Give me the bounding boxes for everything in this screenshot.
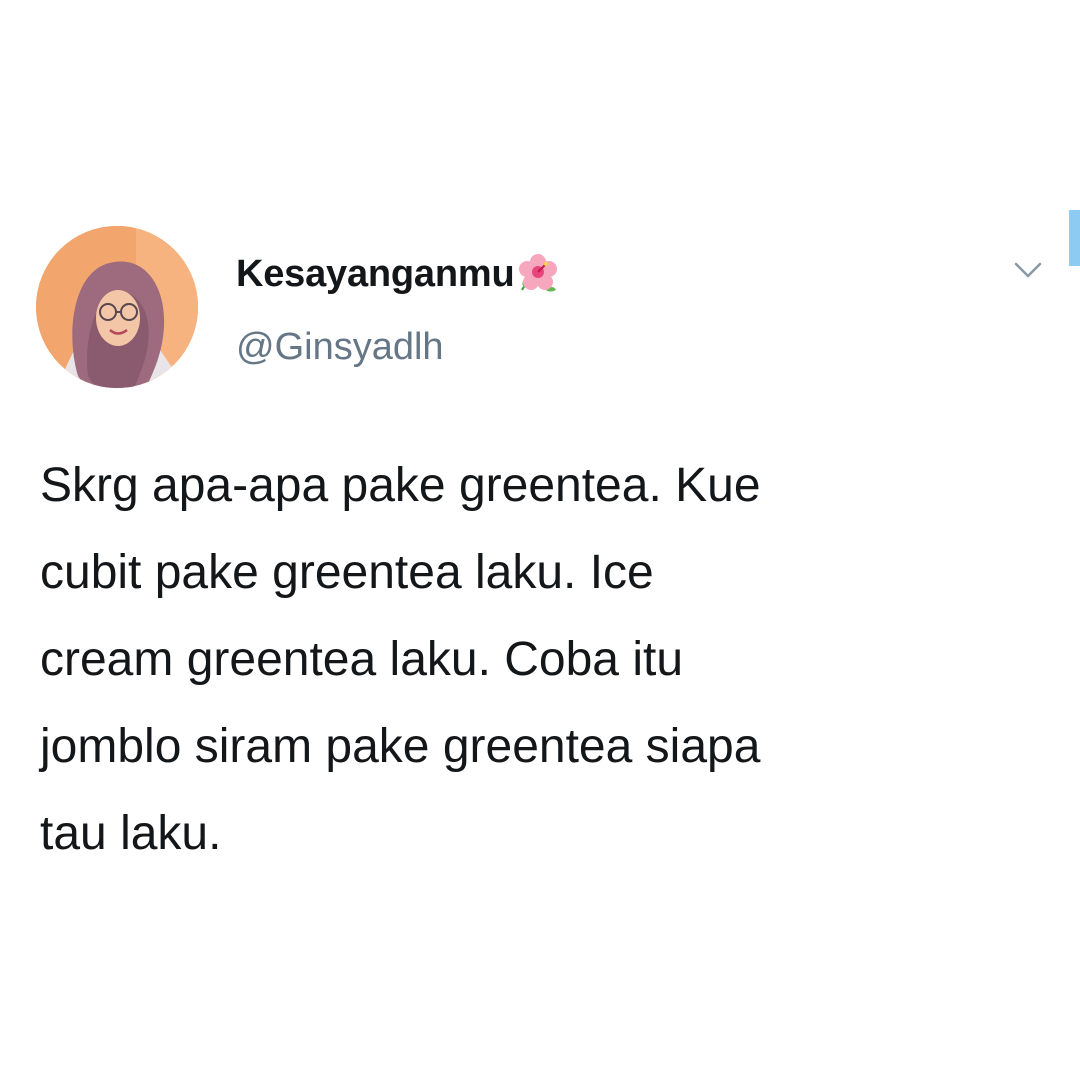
display-name[interactable]: Kesayanganmu [236, 253, 515, 296]
side-accent-bar [1069, 210, 1080, 266]
tweet-text: Skrg apa-apa pake greentea. Kue cubit pa… [40, 459, 761, 860]
avatar[interactable] [36, 226, 198, 388]
avatar-image [36, 226, 198, 388]
display-name-row[interactable]: Kesayanganmu [236, 248, 560, 300]
hibiscus-flower-icon [516, 252, 560, 296]
chevron-down-icon[interactable] [1010, 252, 1046, 288]
tweet-card: Kesayanganmu @Ginsyadlh Skrg apa-apa pak [0, 0, 1080, 1080]
user-handle[interactable]: @Ginsyadlh [236, 326, 444, 369]
